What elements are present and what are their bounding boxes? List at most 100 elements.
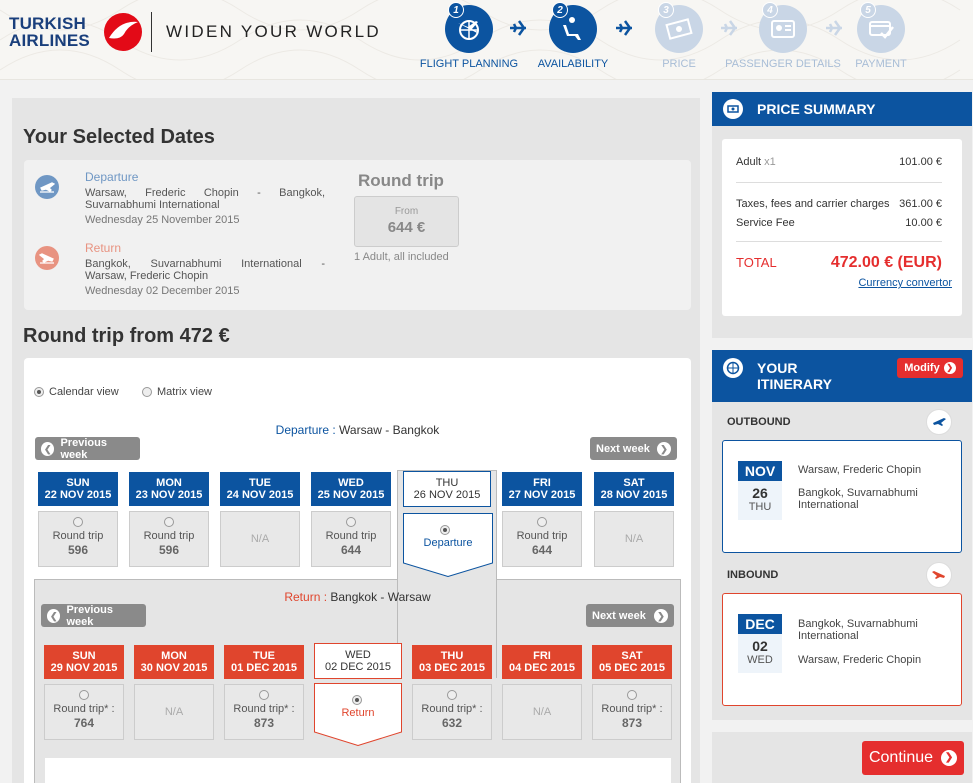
step-label: PRICE	[662, 58, 696, 70]
brand-line2: AIRLINES	[9, 31, 90, 50]
return-next-week-button[interactable]: Next week ❯	[586, 604, 674, 627]
inbound-calendar: DEC 02 WED	[738, 614, 782, 673]
return-day-thu[interactable]: THU 03 DEC 2015 Round trip* :632	[412, 645, 492, 740]
return-plane-icon	[35, 246, 59, 270]
day-header: TUE 24 NOV 2015	[220, 472, 300, 506]
matrix-view-radio[interactable]	[142, 387, 152, 397]
day-radio[interactable]	[447, 690, 457, 701]
chevron-right-icon: ❯	[657, 441, 671, 456]
return-previous-week-button[interactable]: ❮ Previous week	[41, 604, 146, 628]
itinerary-header: YOUR ITINERARY Modify ❯	[712, 350, 972, 402]
outbound-calendar: NOV 26 THU	[738, 461, 782, 520]
banknote-icon	[665, 18, 693, 40]
return-route-line2: Warsaw, Frederic Chopin	[85, 270, 209, 282]
day-header: MON 23 NOV 2015	[129, 472, 209, 506]
day-radio[interactable]	[259, 690, 269, 701]
return-day-wed-selected[interactable]: WED 02 DEC 2015 Return	[314, 643, 402, 746]
modify-label: Modify	[904, 362, 940, 374]
departure-day-wed[interactable]: WED 25 NOV 2015 Round trip 644	[311, 472, 391, 567]
adult-label: Adult	[736, 156, 762, 168]
service-label: Service Fee	[736, 217, 795, 229]
day-radio[interactable]	[537, 517, 547, 528]
day-header: WED 02 DEC 2015	[314, 643, 402, 679]
day-cell[interactable]: Round trip* :632	[412, 684, 492, 740]
matrix-view-label[interactable]: Matrix view	[157, 386, 212, 398]
return-prefix: Return :	[284, 590, 328, 604]
step-circle: 2	[549, 2, 597, 53]
day-cell[interactable]: Round trip* :873	[224, 684, 304, 740]
day-cell: N/A	[134, 684, 214, 740]
outbound-to: Bangkok, Suvarnabhumi International	[798, 487, 918, 511]
departure-label: Departure	[85, 170, 139, 184]
inbound-from: Bangkok, Suvarnabhumi International	[798, 618, 918, 642]
brand-line1: TURKISH	[9, 14, 86, 33]
day-header: THU 03 DEC 2015	[412, 645, 492, 679]
logo-separator	[151, 12, 152, 52]
departure-previous-week-button[interactable]: ❮ Previous week	[35, 436, 140, 461]
departure-day-mon[interactable]: MON 23 NOV 2015 Round trip 596	[129, 472, 209, 567]
next-week-label: Next week	[596, 442, 650, 455]
return-day-sun[interactable]: SUN 29 NOV 2015 Round trip* :764	[44, 645, 124, 740]
previous-week-label: Previous week	[60, 436, 107, 461]
day-radio[interactable]	[627, 690, 637, 701]
day-header: WED 25 NOV 2015	[311, 472, 391, 506]
return-day-tue[interactable]: TUE 01 DEC 2015 Round trip* :873	[224, 645, 304, 740]
plane-separator-icon	[826, 20, 842, 36]
modify-button[interactable]: Modify ❯	[897, 358, 963, 378]
departure-day-sun[interactable]: SUN 22 NOV 2015 Round trip 596	[38, 472, 118, 567]
day-cell[interactable]: Round trip 644	[502, 511, 582, 567]
day-cell[interactable]: Round trip 596	[38, 511, 118, 567]
return-day-mon: MON 30 NOV 2015 N/A	[134, 645, 214, 740]
return-route-text: Bangkok - Warsaw	[330, 590, 431, 604]
chevron-left-icon: ❮	[41, 441, 55, 456]
day-radio[interactable]	[79, 690, 89, 701]
landing-icon	[926, 562, 952, 588]
departure-day-tue: TUE 24 NOV 2015 N/A	[220, 472, 300, 567]
globe-plane-icon	[458, 20, 479, 40]
day-header: SUN 29 NOV 2015	[44, 645, 124, 679]
day-cell[interactable]: Round trip* :873	[592, 684, 672, 740]
brand-logo-text[interactable]: TURKISH AIRLINES	[9, 15, 90, 49]
step-availability[interactable]: 2 AVAILABILITY	[536, 2, 610, 70]
day-radio[interactable]	[346, 517, 356, 528]
step-label: FLIGHT PLANNING	[419, 58, 519, 70]
step-flight-planning[interactable]: 1 FLIGHT PLANNING	[418, 2, 520, 70]
inbound-to: Warsaw, Frederic Chopin	[798, 654, 922, 666]
day-radio[interactable]	[73, 517, 83, 528]
outbound-label: OUTBOUND	[727, 416, 791, 428]
continue-button[interactable]: Continue ❯	[862, 741, 964, 775]
step-label: PAYMENT	[855, 58, 907, 70]
departure-next-week-button[interactable]: Next week ❯	[590, 437, 677, 460]
step-circle: 5	[857, 2, 905, 53]
slogan: WIDEN YOUR WORLD	[166, 22, 381, 41]
step-payment: 5 PAYMENT	[853, 2, 909, 70]
service-row: Service Fee 10.00 €	[736, 217, 942, 229]
from-price-box: From 644 €	[354, 196, 459, 247]
step-number: 5	[860, 2, 876, 18]
chevron-right-icon: ❯	[654, 608, 668, 623]
plane-separator-icon	[510, 20, 526, 36]
selected-return-label: Return	[341, 707, 375, 719]
day-header: TUE 01 DEC 2015	[224, 645, 304, 679]
price-summary-box: Adult x1 101.00 € Taxes, fees and carrie…	[722, 139, 962, 316]
day-cell[interactable]: Round trip* :764	[44, 684, 124, 740]
day-radio[interactable]	[164, 517, 174, 528]
return-day-sat[interactable]: SAT 05 DEC 2015 Round trip* :873	[592, 645, 672, 740]
calendar-view-radio[interactable]	[34, 387, 44, 397]
day-cell[interactable]: Round trip 596	[129, 511, 209, 567]
step-label: AVAILABILITY	[537, 58, 609, 70]
globe-icon	[723, 358, 743, 378]
outbound-segment: NOV 26 THU Warsaw, Frederic Chopin Bangk…	[722, 440, 962, 553]
itinerary-title: YOUR ITINERARY	[757, 360, 832, 392]
day-header: FRI 27 NOV 2015	[502, 472, 582, 506]
selected-dates-title: Your Selected Dates	[23, 126, 215, 148]
step-number: 3	[658, 2, 674, 18]
credit-card-icon	[869, 21, 894, 39]
departure-route-line2: Suvarnabhumi International	[85, 199, 220, 211]
currency-convertor-link[interactable]: Currency convertor	[858, 277, 952, 289]
round-trip-title: Round trip from 472 €	[23, 325, 230, 347]
departure-day-fri[interactable]: FRI 27 NOV 2015 Round trip 644	[502, 472, 582, 567]
day-cell[interactable]: Round trip 644	[311, 511, 391, 567]
calendar-view-label[interactable]: Calendar view	[49, 386, 119, 398]
chevron-right-icon: ❯	[943, 362, 956, 374]
